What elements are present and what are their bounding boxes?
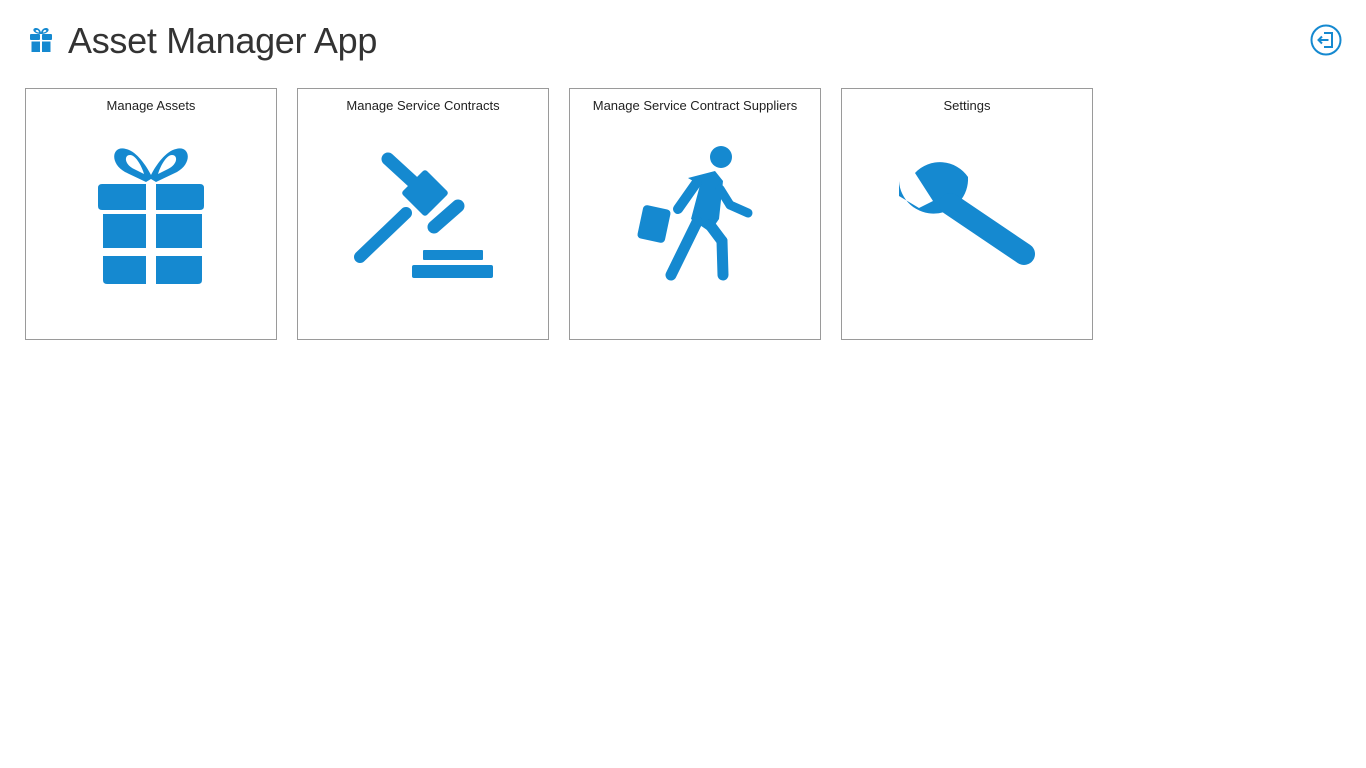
tile-manage-assets[interactable]: Manage Assets (25, 88, 277, 340)
gavel-icon (354, 152, 493, 278)
tile-settings[interactable]: Settings (841, 88, 1093, 340)
app-header: Asset Manager App (0, 0, 1366, 80)
tile-label: Manage Assets (106, 98, 196, 113)
tile-label: Manage Service Contracts (346, 98, 500, 113)
tile-label: Settings (943, 98, 991, 113)
app-title: Asset Manager App (68, 20, 378, 61)
tile-label: Manage Service Contract Suppliers (592, 98, 798, 113)
walking-person-icon (637, 146, 753, 281)
wrench-icon (899, 162, 1035, 265)
gift-icon (98, 148, 204, 284)
gift-icon (30, 28, 52, 52)
sign-out-icon[interactable] (1309, 23, 1343, 57)
tile-manage-service-contracts[interactable]: Manage Service Contracts (297, 88, 549, 340)
tile-manage-service-contract-suppliers[interactable]: Manage Service Contract Suppliers (569, 88, 821, 340)
